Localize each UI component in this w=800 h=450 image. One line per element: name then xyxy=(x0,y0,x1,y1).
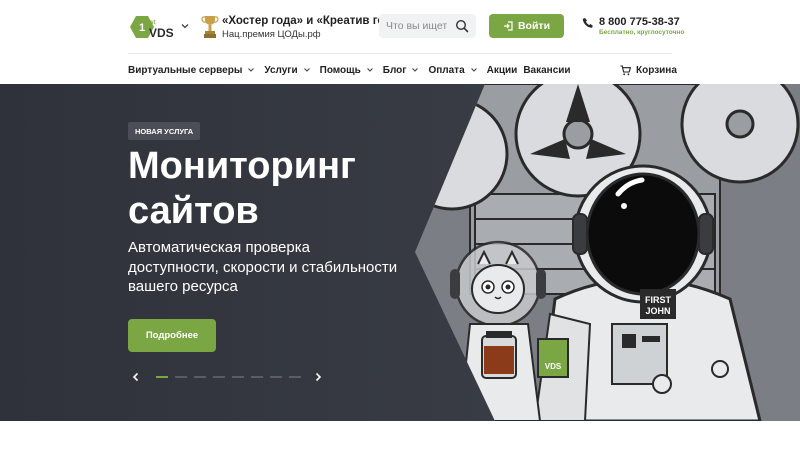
search-input[interactable] xyxy=(386,19,452,33)
slider-dot[interactable] xyxy=(232,376,244,378)
login-label: Войти xyxy=(517,20,551,32)
svg-text:VDS: VDS xyxy=(149,26,174,40)
nav-label: Акции xyxy=(486,64,518,76)
slider-dot[interactable] xyxy=(270,376,282,378)
search-box[interactable] xyxy=(379,14,476,38)
hero-banner: FIRST JOHN VDS НОВАЯ УСЛУГА Мониторинг с… xyxy=(0,84,800,421)
logo[interactable]: 1 st VDS xyxy=(128,14,174,40)
slider-dot[interactable] xyxy=(175,376,187,378)
hero-subtitle-line1: Автоматическая проверка xyxy=(128,239,310,256)
sleeve-text: VDS xyxy=(545,362,562,371)
nav-label: Оплата xyxy=(428,64,465,76)
nav-item-services[interactable]: Услуги xyxy=(264,65,310,76)
phone-note: Бесплатно, круглосуточно xyxy=(599,29,685,36)
hero-subtitle-line3: вашего ресурса xyxy=(128,278,238,295)
slider-pagination xyxy=(156,376,301,378)
chevron-down-icon[interactable] xyxy=(180,21,190,31)
patch-text-1: FIRST xyxy=(645,295,672,305)
page-below-hero xyxy=(0,421,800,450)
slider-dot[interactable] xyxy=(289,376,301,378)
chevron-down-icon xyxy=(303,68,310,72)
slider-dot[interactable] xyxy=(213,376,225,378)
hero-title: Мониторинг сайтов xyxy=(128,144,356,234)
chevron-down-icon xyxy=(248,68,255,72)
award-title[interactable]: «Хостер года» и «Креатив года» xyxy=(222,15,404,27)
cart-label: Корзина xyxy=(636,64,677,76)
chevron-down-icon xyxy=(470,68,477,72)
header-divider xyxy=(128,53,672,54)
hero-title-line1: Мониторинг xyxy=(128,145,356,187)
hero-subtitle: Автоматическая проверка доступности, ско… xyxy=(128,238,408,297)
search-icon[interactable] xyxy=(455,19,469,33)
site-header: 1 st VDS «Хостер года» и «Креатив года» … xyxy=(0,0,800,84)
svg-text:1: 1 xyxy=(139,22,145,34)
phone-number[interactable]: 8 800 775-38-37 xyxy=(599,16,680,28)
nav-label: Услуги xyxy=(264,64,298,76)
hero-subtitle-line2: доступности, скорости и стабильности xyxy=(128,258,398,276)
nav-label: Помощь xyxy=(319,64,361,76)
phone-icon xyxy=(582,18,593,28)
nav-label: Вакансии xyxy=(523,64,571,76)
cart-icon xyxy=(620,64,631,75)
slider-dot[interactable] xyxy=(194,376,206,378)
slider-dot[interactable] xyxy=(156,376,168,378)
login-button[interactable]: Войти xyxy=(489,14,564,38)
chevron-down-icon xyxy=(366,68,373,72)
trophy-icon xyxy=(201,16,219,38)
cart-link[interactable]: Корзина xyxy=(620,62,677,78)
nav-item-help[interactable]: Помощь xyxy=(320,65,374,76)
nav-item-blog[interactable]: Блог xyxy=(383,65,420,76)
new-service-badge: НОВАЯ УСЛУГА xyxy=(128,122,201,140)
main-nav: Виртуальные серверы Услуги Помощь Блог О… xyxy=(128,62,577,78)
nav-label: Виртуальные серверы xyxy=(128,64,243,76)
award-subtitle[interactable]: Нац.премия ЦОДы.рф xyxy=(222,29,321,40)
chevron-down-icon xyxy=(412,68,419,72)
nav-label: Блог xyxy=(382,64,407,76)
more-button[interactable]: Подробнее xyxy=(128,319,216,352)
nav-item-promotions[interactable]: Акции xyxy=(487,65,518,76)
nav-item-payment[interactable]: Оплата xyxy=(428,65,477,76)
slider-dot[interactable] xyxy=(251,376,263,378)
hero-title-line2: сайтов xyxy=(128,190,259,232)
chevron-right-icon[interactable] xyxy=(313,372,323,382)
nav-item-virtual-servers[interactable]: Виртуальные серверы xyxy=(128,65,255,76)
nav-item-vacancies[interactable]: Вакансии xyxy=(523,65,570,76)
login-icon xyxy=(503,21,513,31)
chevron-left-icon[interactable] xyxy=(131,372,141,382)
patch-text-2: JOHN xyxy=(645,306,670,316)
